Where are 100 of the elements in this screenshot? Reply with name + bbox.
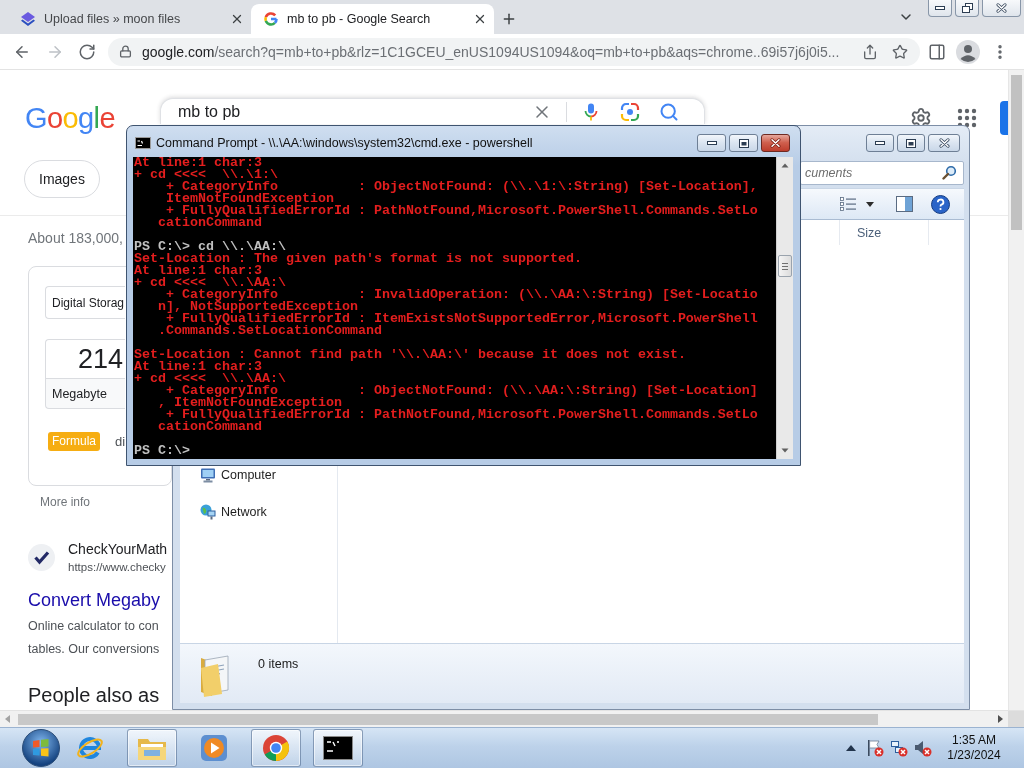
console-line: .Commands.SetLocationCommand <box>157 325 382 337</box>
console-line: PS C:\> cd \\.\AA:\ <box>134 241 286 253</box>
nav-item[interactable]: Computer <box>200 467 276 483</box>
scrollbar-thumb[interactable] <box>1011 75 1022 230</box>
result-stats: About 183,000, <box>28 230 123 246</box>
console-line: At line:1 char:3 <box>134 157 262 169</box>
close-icon[interactable] <box>230 12 244 26</box>
clock-date: 1/23/2024 <box>947 748 1001 763</box>
close-button[interactable] <box>982 0 1021 17</box>
search-placeholder: cuments <box>805 165 854 180</box>
scrollbar[interactable] <box>1008 70 1024 710</box>
url-text: google.com/search?q=mb+to+pb&rlz=1C1GCEU_enUS1094US1094&oq=mb+to+pb&aqs=chrome..69i57j6j0i5... <box>142 43 841 60</box>
close-icon[interactable] <box>473 12 487 26</box>
dropdown-caret-icon[interactable] <box>866 201 874 207</box>
console-line: + CategoryInfo : InvalidOperation: (\\.\AA:\:String) [Set-Locatio <box>166 289 758 301</box>
speaker-icon[interactable] <box>914 739 932 757</box>
flag-icon[interactable] <box>866 739 884 757</box>
minimize-button[interactable] <box>866 134 894 152</box>
scrollbar-thumb[interactable] <box>18 713 878 725</box>
console-line: + cd <<<< \\.\AA:\ <box>134 277 286 289</box>
minimize-icon <box>706 141 717 145</box>
console-line: PS C:\> <box>134 445 190 457</box>
column-header[interactable]: Size <box>839 220 929 245</box>
maximize-icon <box>906 138 916 148</box>
console-line: + FullyQualifiedErrorId : PathNotFound,Microsoft.PowerShell.Commands.SetLo <box>166 409 758 421</box>
console-line: Set-Location : The given path's format is not supported. <box>134 253 582 265</box>
console-line: n], NotSupportedException <box>157 301 358 313</box>
unit-select[interactable]: Megabyte <box>45 379 125 409</box>
start-orb-icon[interactable] <box>20 729 62 767</box>
layers-icon <box>20 11 36 27</box>
address-bar[interactable]: google.com/search?q=mb+to+pb&rlz=1C1GCEU_enUS1094US1094&oq=mb+to+pb&aqs=chrome..69i57j6j0i5... <box>108 37 920 66</box>
window-title: Command Prompt - \\.\AA:\windows\system32\cmd.exe - powershell <box>156 136 533 151</box>
minimize-icon <box>935 6 945 10</box>
filter-chip[interactable]: Images <box>24 160 100 198</box>
new-tab-icon[interactable] <box>501 11 517 27</box>
reload-icon[interactable] <box>78 42 96 61</box>
maximize-button[interactable] <box>897 134 925 152</box>
restore-button[interactable] <box>955 0 979 17</box>
result-title-link[interactable]: Convert Megaby <box>28 589 161 611</box>
scrollbar-thumb[interactable] <box>778 255 792 277</box>
restore-icon <box>961 3 973 13</box>
browser-icon <box>261 733 291 763</box>
lock-icon[interactable] <box>119 45 132 58</box>
taskbar-button[interactable] <box>313 729 363 767</box>
network-icon[interactable] <box>890 739 908 757</box>
google-logo: Google <box>25 103 115 133</box>
console-line: + FullyQualifiedErrorId : ItemExistsNotSupportedError,Microsoft.PowerShell <box>166 313 758 325</box>
close-button[interactable] <box>761 134 790 152</box>
minimize-button[interactable] <box>697 134 726 152</box>
result-snippet: Online calculator to con tables. Our conversions <box>28 618 160 658</box>
side-panel-icon[interactable] <box>928 42 946 61</box>
console-line: At line:1 char:3 <box>134 265 262 277</box>
search-icon[interactable] <box>942 165 957 180</box>
preview-pane-icon[interactable] <box>896 196 913 212</box>
search-query: mb to pb <box>178 102 242 121</box>
view-list-icon[interactable] <box>840 197 857 211</box>
check-icon <box>28 544 55 571</box>
item-count: 0 items <box>258 656 299 672</box>
share-icon[interactable] <box>862 43 878 60</box>
scrollbar[interactable] <box>776 157 793 459</box>
formula-text: di <box>115 434 126 449</box>
console-line: + FullyQualifiedErrorId : PathNotFound,Microsoft.PowerShell.Commands.SetLo <box>166 205 758 217</box>
maximize-button[interactable] <box>729 134 758 152</box>
star-icon[interactable] <box>892 43 908 60</box>
close-icon <box>996 3 1007 13</box>
computer-icon <box>200 467 216 483</box>
browser-tab[interactable]: mb to pb - Google Search <box>251 4 494 34</box>
console-line: At line:1 char:3 <box>134 361 262 373</box>
console-line: + cd <<<< \\.\AA:\ <box>134 373 286 385</box>
console-line: Set-Location : Cannot find path '\\.\AA:\' because it does not exist. <box>134 349 686 361</box>
minimize-button[interactable] <box>928 0 952 17</box>
search-icon[interactable] <box>659 101 679 122</box>
more-info-link[interactable]: More info <box>40 494 91 510</box>
search-field[interactable]: cuments <box>800 160 964 185</box>
close-button[interactable] <box>928 134 960 152</box>
profile-icon[interactable] <box>956 39 980 64</box>
category-select[interactable]: Digital Storag <box>45 286 125 319</box>
lens-icon[interactable] <box>620 101 640 122</box>
terminal-icon <box>135 137 151 149</box>
console-line: cationCommand <box>157 217 262 229</box>
play-icon <box>200 734 228 762</box>
nav-item[interactable]: Network <box>200 504 267 520</box>
help-icon[interactable] <box>931 194 950 214</box>
clock-time: 1:35 AM <box>952 733 996 748</box>
g-icon <box>263 11 279 27</box>
section-heading: People also as <box>28 683 160 707</box>
console-line: + CategoryInfo : ObjectNotFound: (\\.\AA:\:String) [Set-Location] <box>165 385 758 397</box>
maximize-icon <box>738 138 749 148</box>
scrollbar-corner <box>1008 711 1024 727</box>
console-line: , ItemNotFoundException <box>157 397 342 409</box>
scrollbar[interactable] <box>0 710 1024 727</box>
console-line: ItemNotFoundException <box>165 193 334 205</box>
site-name: CheckYourMath <box>68 541 168 557</box>
terminal-icon <box>323 736 353 760</box>
search-field[interactable]: mb to pb <box>160 98 705 124</box>
browser-tab[interactable]: Upload files » moon files <box>8 4 251 34</box>
apps-grid-icon[interactable] <box>957 108 977 128</box>
close-icon <box>938 138 950 148</box>
network-icon <box>200 504 216 520</box>
up-caret-icon[interactable] <box>846 745 856 751</box>
